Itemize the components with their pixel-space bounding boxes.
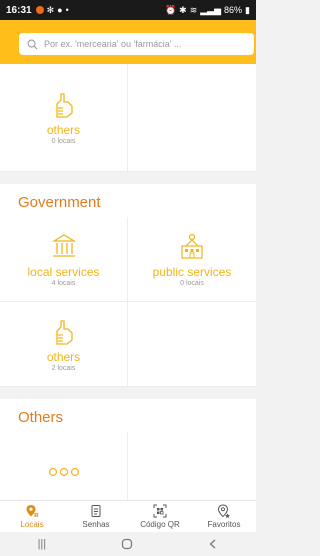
bottom-nav: Locais Senhas Código QR Favoritos [0, 500, 256, 532]
nav-locais[interactable]: Locais [0, 501, 64, 532]
tile-name: others [46, 349, 81, 364]
notification-icon [35, 6, 44, 14]
tile-grid [0, 432, 256, 500]
category-tile-more[interactable] [0, 432, 128, 500]
search-input[interactable]: Por ex. 'mercearia' ou 'farmácia' ... [44, 39, 181, 49]
tile-count: 2 locais [51, 364, 76, 372]
section-government: Government local services 4 locais publi… [0, 184, 256, 387]
qr-code-icon [153, 504, 167, 518]
category-tile-local-services[interactable]: local services 4 locais [0, 217, 128, 302]
empty-tile [128, 432, 256, 500]
section-divider [0, 172, 256, 184]
section-title: Others [18, 409, 64, 426]
tile-grid: others 0 locais [0, 64, 256, 172]
building-columns-icon [51, 233, 76, 257]
nav-label: Locais [20, 520, 44, 529]
hand-icon [55, 319, 73, 345]
category-list[interactable]: others 0 locais Government local service… [0, 64, 256, 500]
tile-count: 0 locais [180, 279, 204, 287]
tile-name: others [46, 123, 81, 137]
search-icon [27, 39, 38, 49]
nav-label: Código QR [140, 520, 180, 529]
section-divider [0, 387, 256, 399]
ticket-icon [91, 505, 101, 517]
system-nav-bar: ||| [0, 532, 256, 556]
signal-icon: ▂▃▅ [200, 4, 222, 15]
tile-name: local services [27, 264, 100, 279]
category-tile-others[interactable]: others 2 locais [0, 302, 128, 387]
tile-count: 4 locais [51, 279, 76, 287]
category-tile-others[interactable]: others 0 locais [0, 64, 128, 172]
settings-icon: ✻ [46, 4, 55, 15]
recent-apps-icon[interactable]: ||| [38, 538, 47, 550]
dots-icon [48, 467, 79, 477]
empty-tile [128, 302, 256, 387]
section-others: Others [0, 399, 256, 500]
search-bar[interactable]: Por ex. 'mercearia' ou 'farmácia' ... [19, 33, 254, 55]
wifi-icon: ≋ [189, 4, 198, 15]
status-time: 16:31 [6, 4, 32, 16]
nav-favoritos[interactable]: Favoritos [192, 501, 256, 532]
bluetooth-icon: ✱ [179, 4, 187, 15]
location-icon [26, 505, 39, 517]
app-screen: 16:31 ✻ ● • ⏰ ✱ ≋ ▂▃▅ 86% ▮ Por ex. 'mer… [0, 0, 256, 556]
empty-tile [128, 64, 256, 172]
nav-label: Favoritos [207, 520, 241, 529]
back-icon[interactable] [208, 538, 218, 550]
status-left-icons: ✻ ● • [35, 4, 69, 16]
status-right-icons: ⏰ ✱ ≋ ▂▃▅ 86% ▮ [165, 5, 250, 16]
alarm-icon: ⏰ [164, 4, 177, 15]
battery-percent: 86% [224, 5, 243, 15]
nav-label: Senhas [82, 520, 110, 529]
home-icon[interactable] [121, 538, 133, 550]
favorite-location-icon [217, 504, 230, 518]
battery-icon: ▮ [245, 4, 250, 15]
tile-name: public services [152, 264, 232, 279]
public-building-icon [181, 233, 203, 259]
tile-grid: local services 4 locais public services [0, 217, 256, 387]
tile-count: 0 locais [51, 138, 76, 145]
section-previous: others 0 locais [0, 64, 256, 172]
hand-icon [55, 93, 73, 118]
nav-codigo-qr[interactable]: Código QR [128, 501, 192, 532]
more-dot-icon: • [65, 5, 69, 15]
nav-senhas[interactable]: Senhas [64, 501, 128, 532]
sync-icon: ● [57, 5, 63, 15]
status-bar: 16:31 ✻ ● • ⏰ ✱ ≋ ▂▃▅ 86% ▮ [0, 0, 256, 20]
category-tile-public-services[interactable]: public services 0 locais [128, 217, 256, 302]
section-title: Government [18, 194, 101, 211]
